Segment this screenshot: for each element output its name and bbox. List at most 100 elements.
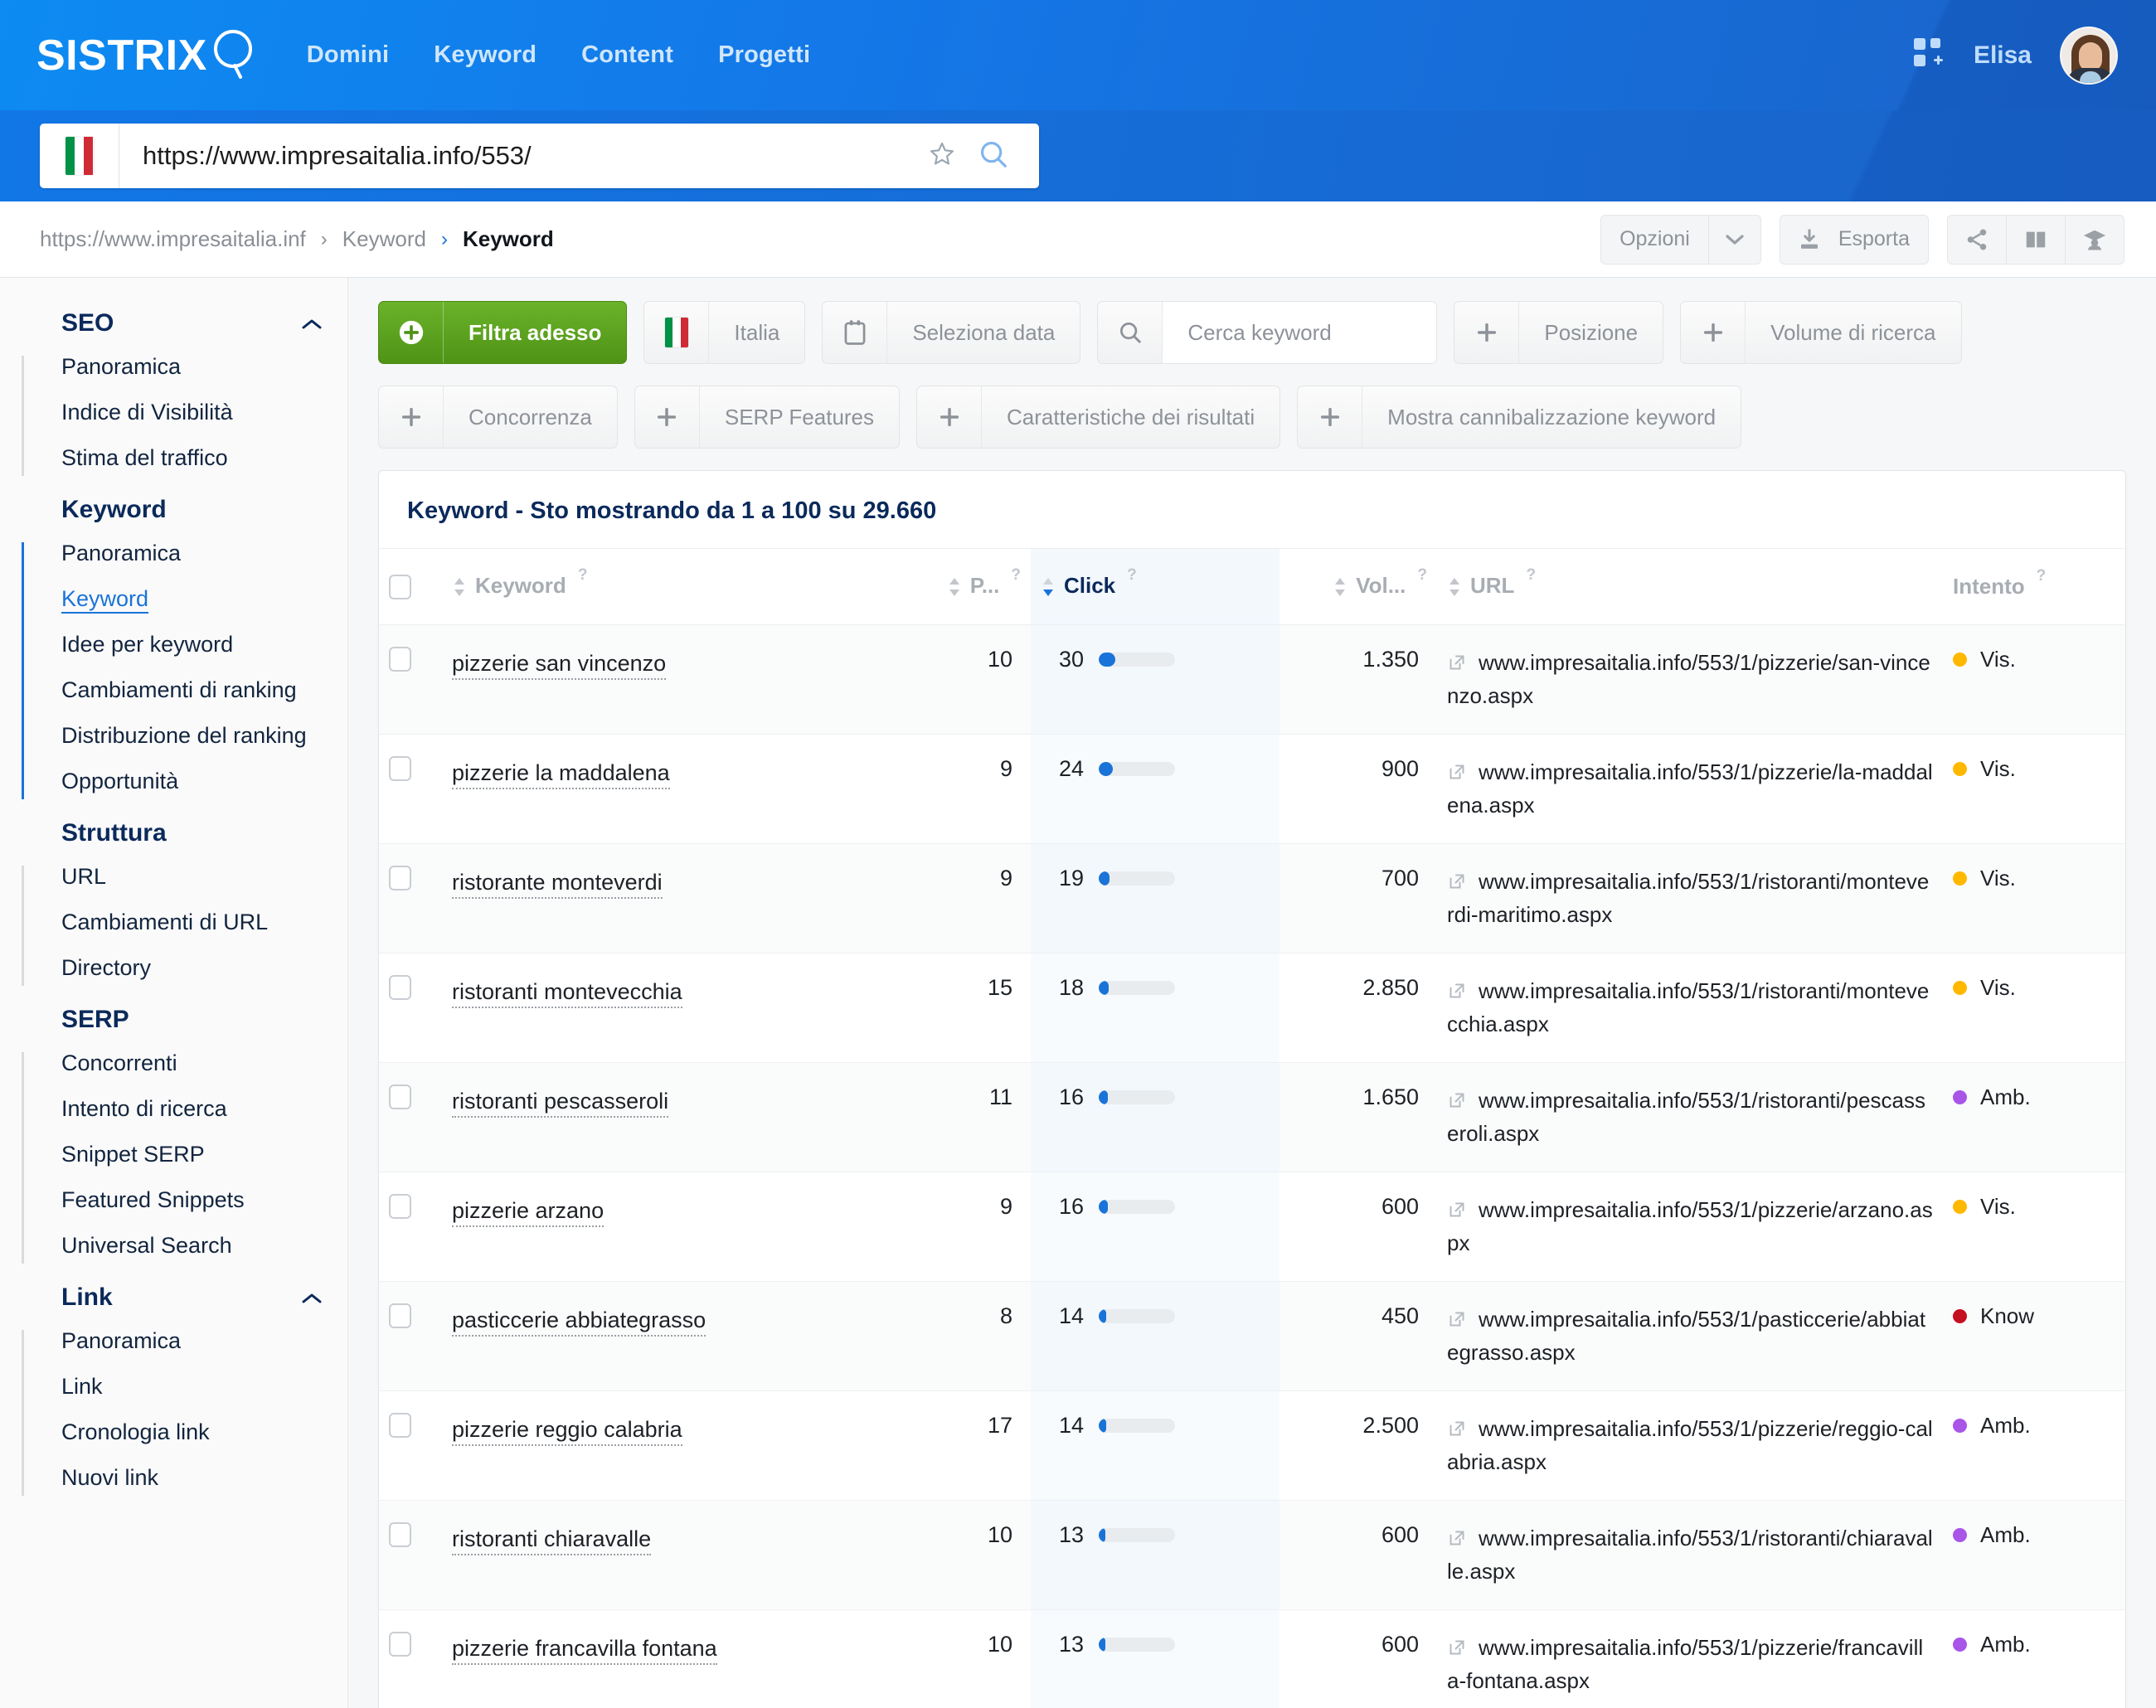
keyword-link[interactable]: pizzerie san vincenzo xyxy=(452,651,667,680)
url-search-box[interactable] xyxy=(40,124,1039,188)
sidebar-item-keyword[interactable]: Keyword xyxy=(23,576,347,622)
sidebar-item-cambiamenti-ranking[interactable]: Cambiamenti di ranking xyxy=(23,667,347,713)
keyword-link[interactable]: ristorante monteverdi xyxy=(452,870,663,900)
row-checkbox[interactable] xyxy=(389,1084,411,1110)
row-checkbox[interactable] xyxy=(389,756,411,782)
url-cell[interactable]: www.impresaitalia.info/553/1/ristoranti/… xyxy=(1437,953,1943,1064)
row-checkbox[interactable] xyxy=(389,1303,411,1329)
filter-position-button[interactable]: Posizione xyxy=(1454,301,1664,364)
sidebar-item-seo-panoramica[interactable]: Panoramica xyxy=(23,344,347,390)
column-header-click[interactable]: Click ? xyxy=(1031,548,1280,625)
star-outline-icon[interactable] xyxy=(928,140,956,172)
breadcrumb-item-keyword[interactable]: Keyword xyxy=(342,226,426,252)
help-icon[interactable]: ? xyxy=(1526,566,1536,585)
chevron-down-icon[interactable] xyxy=(1709,234,1760,245)
keyword-link[interactable]: pizzerie reggio calabria xyxy=(452,1417,682,1447)
search-input[interactable] xyxy=(143,141,928,171)
filter-serp-features-button[interactable]: SERP Features xyxy=(634,386,901,449)
options-button[interactable]: Opzioni xyxy=(1600,214,1761,264)
row-checkbox[interactable] xyxy=(389,975,411,1001)
keyword-link[interactable]: pizzerie la maddalena xyxy=(452,760,670,790)
url-cell[interactable]: www.impresaitalia.info/553/1/ristoranti/… xyxy=(1437,843,1943,954)
sidebar-item-link[interactable]: Link xyxy=(23,1364,347,1410)
apps-grid-add-icon[interactable] xyxy=(1912,36,1945,74)
sidebar-item-keyword-panoramica[interactable]: Panoramica xyxy=(23,531,347,576)
nav-item-content[interactable]: Content xyxy=(581,41,673,69)
chevron-up-icon[interactable] xyxy=(301,1283,323,1312)
sidebar-item-cambiamenti-url[interactable]: Cambiamenti di URL xyxy=(23,900,347,945)
column-header-volume[interactable]: Vol... ? xyxy=(1280,548,1437,625)
row-checkbox[interactable] xyxy=(389,1413,411,1439)
url-cell[interactable]: www.impresaitalia.info/553/1/pizzerie/la… xyxy=(1437,734,1943,845)
sidebar-group-title-struttura[interactable]: Struttura xyxy=(23,813,347,854)
sistrix-logo[interactable]: SISTRIX xyxy=(36,27,257,83)
sidebar-item-directory[interactable]: Directory xyxy=(23,945,347,991)
row-checkbox[interactable] xyxy=(389,647,411,672)
keyword-link[interactable]: pasticcerie abbiategrasso xyxy=(452,1308,707,1337)
help-icon[interactable]: ? xyxy=(2037,567,2047,585)
keyword-link[interactable]: pizzerie arzano xyxy=(452,1198,605,1228)
row-checkbox[interactable] xyxy=(389,1632,411,1657)
filter-keyword-search[interactable]: Cerca keyword xyxy=(1097,301,1438,364)
filter-result-characteristics-button[interactable]: Caratteristiche dei risultati xyxy=(916,386,1281,449)
breadcrumb-item-domain[interactable]: https://www.impresaitalia.inf xyxy=(40,226,306,252)
sidebar-group-title-seo[interactable]: SEO xyxy=(23,303,347,344)
sidebar-item-idee-per-keyword[interactable]: Idee per keyword xyxy=(23,622,347,667)
nav-item-keyword[interactable]: Keyword xyxy=(434,41,537,69)
sidebar-item-link-panoramica[interactable]: Panoramica xyxy=(23,1318,347,1364)
select-all-checkbox[interactable] xyxy=(389,574,411,599)
filter-competition-button[interactable]: Concorrenza xyxy=(378,386,618,449)
help-icon[interactable]: ? xyxy=(1127,566,1137,585)
sidebar-item-featured-snippets[interactable]: Featured Snippets xyxy=(23,1177,347,1223)
column-header-keyword[interactable]: Keyword ? xyxy=(442,548,906,625)
sidebar-item-cronologia-link[interactable]: Cronologia link xyxy=(23,1410,347,1455)
url-cell[interactable]: www.impresaitalia.info/553/1/ristoranti/… xyxy=(1437,1500,1943,1611)
sidebar-item-snippet-serp[interactable]: Snippet SERP xyxy=(23,1132,347,1177)
row-checkbox[interactable] xyxy=(389,1522,411,1548)
book-icon[interactable] xyxy=(2007,215,2065,264)
sidebar-item-distribuzione-ranking[interactable]: Distribuzione del ranking xyxy=(23,713,347,759)
search-icon[interactable] xyxy=(978,138,1009,174)
sidebar-group-title-serp[interactable]: SERP xyxy=(23,999,347,1041)
keyword-link[interactable]: ristoranti montevecchia xyxy=(452,979,682,1009)
row-checkbox[interactable] xyxy=(389,866,411,891)
url-cell[interactable]: www.impresaitalia.info/553/1/pizzerie/fr… xyxy=(1437,1609,1943,1708)
filter-volume-button[interactable]: Volume di ricerca xyxy=(1680,301,1962,364)
sidebar-item-indice-visibilita[interactable]: Indice di Visibilità xyxy=(23,390,347,435)
chevron-up-icon[interactable] xyxy=(301,309,323,337)
help-icon[interactable]: ? xyxy=(1417,566,1427,585)
filter-country-button[interactable]: Italia xyxy=(643,301,806,364)
keyword-link[interactable]: ristoranti pescasseroli xyxy=(452,1089,669,1118)
sidebar-item-concorrenti[interactable]: Concorrenti xyxy=(23,1041,347,1086)
nav-item-progetti[interactable]: Progetti xyxy=(718,41,810,69)
sidebar-item-intento-ricerca[interactable]: Intento di ricerca xyxy=(23,1086,347,1132)
filter-now-button[interactable]: Filtra adesso xyxy=(378,301,628,364)
url-cell[interactable]: www.impresaitalia.info/553/1/ristoranti/… xyxy=(1437,1062,1943,1173)
nav-item-domini[interactable]: Domini xyxy=(307,41,389,69)
url-cell[interactable]: www.impresaitalia.info/553/1/pasticcerie… xyxy=(1437,1281,1943,1392)
keyword-link[interactable]: pizzerie francavilla fontana xyxy=(452,1636,717,1666)
sidebar-item-universal-search[interactable]: Universal Search xyxy=(23,1223,347,1269)
column-header-url[interactable]: URL ? xyxy=(1437,548,1943,625)
row-checkbox[interactable] xyxy=(389,1194,411,1220)
user-name-label[interactable]: Elisa xyxy=(1974,41,2032,70)
filter-date-button[interactable]: Seleziona data xyxy=(822,301,1081,364)
keyword-link[interactable]: ristoranti chiaravalle xyxy=(452,1526,652,1556)
country-selector[interactable] xyxy=(40,124,119,188)
share-icon[interactable] xyxy=(1948,215,2006,264)
sidebar-group-title-keyword[interactable]: Keyword xyxy=(23,489,347,531)
url-cell[interactable]: www.impresaitalia.info/553/1/pizzerie/sa… xyxy=(1437,624,1943,735)
graduation-cap-icon[interactable] xyxy=(2066,215,2124,264)
help-icon[interactable]: ? xyxy=(1011,566,1021,585)
export-button[interactable]: Esporta xyxy=(1779,214,1929,264)
help-icon[interactable]: ? xyxy=(578,566,588,585)
sidebar-item-opportunita[interactable]: Opportunità xyxy=(23,759,347,804)
sidebar-item-nuovi-link[interactable]: Nuovi link xyxy=(23,1455,347,1501)
url-cell[interactable]: www.impresaitalia.info/553/1/pizzerie/re… xyxy=(1437,1390,1943,1502)
avatar[interactable] xyxy=(2060,26,2118,85)
filter-cannibalization-button[interactable]: Mostra cannibalizzazione keyword xyxy=(1297,386,1742,449)
column-header-position[interactable]: P... ? xyxy=(906,548,1031,625)
url-cell[interactable]: www.impresaitalia.info/553/1/pizzerie/ar… xyxy=(1437,1172,1943,1283)
sidebar-item-url[interactable]: URL xyxy=(23,854,347,900)
sidebar-group-title-link[interactable]: Link xyxy=(23,1277,347,1318)
